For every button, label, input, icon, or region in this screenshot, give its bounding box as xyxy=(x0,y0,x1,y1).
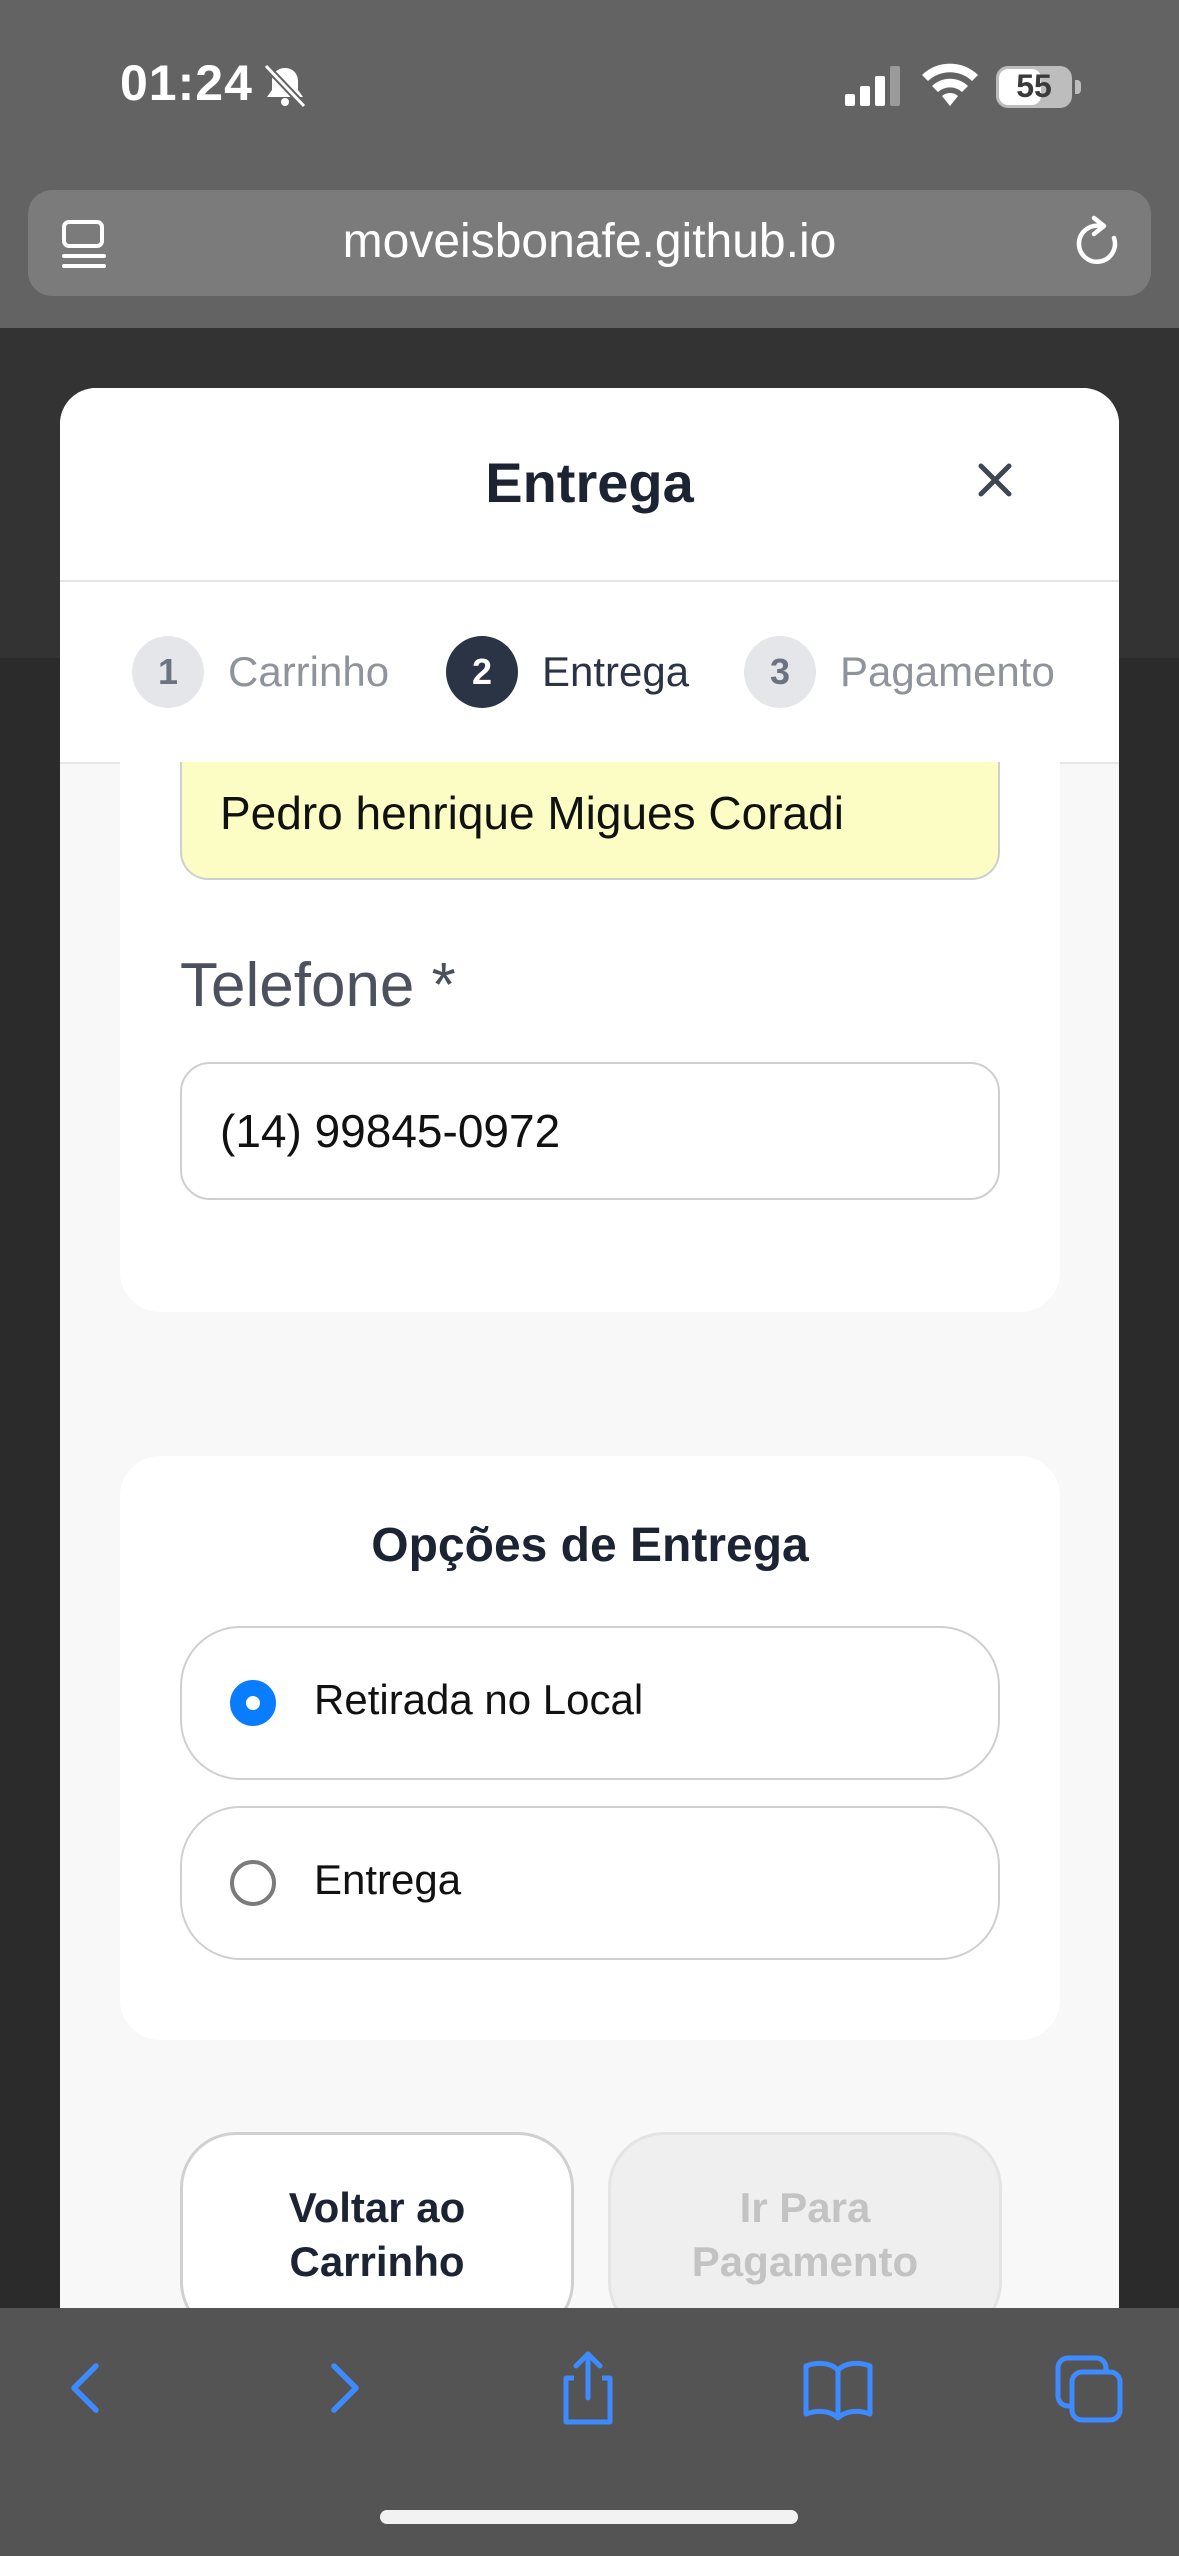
customer-info-card: Pedro henrique Migues Coradi Telefone * … xyxy=(120,762,1060,1312)
option-label: Entrega xyxy=(314,1856,462,1903)
url-text[interactable]: moveisbonafe.github.io xyxy=(0,214,1179,269)
phone-input[interactable]: (14) 99845-0972 xyxy=(180,1062,1000,1200)
battery-indicator: 55 xyxy=(996,66,1082,108)
go-to-payment-button[interactable]: Ir Para Pagamento xyxy=(608,2132,1002,2308)
reload-icon[interactable] xyxy=(1070,214,1126,272)
back-button-line2: Carrinho xyxy=(289,2238,465,2285)
battery-level: 55 xyxy=(1016,68,1052,104)
close-icon[interactable] xyxy=(965,450,1025,510)
bookmarks-icon[interactable] xyxy=(800,2348,876,2428)
checkout-steps: 1 Carrinho 2 Entrega 3 Pagamento xyxy=(60,582,1119,764)
wifi-icon xyxy=(922,63,978,106)
share-icon[interactable] xyxy=(550,2348,626,2428)
status-time: 01:24 xyxy=(120,55,253,111)
delivery-modal: Entrega 1 Carrinho 2 Entrega 3 Pagamento… xyxy=(60,388,1119,2308)
name-value: Pedro henrique Migues Coradi xyxy=(220,787,844,839)
option-label: Retirada no Local xyxy=(314,1676,644,1723)
step-label: Pagamento xyxy=(840,648,1055,695)
back-to-cart-button[interactable]: Voltar ao Carrinho xyxy=(180,2132,574,2308)
option-delivery[interactable]: Entrega xyxy=(180,1806,1000,1960)
silent-mode-icon xyxy=(263,63,307,109)
modal-title: Entrega xyxy=(485,451,694,514)
cellular-signal-icon xyxy=(845,66,900,106)
home-indicator xyxy=(380,2510,798,2524)
step-label: Entrega xyxy=(542,648,690,695)
name-input[interactable]: Pedro henrique Migues Coradi xyxy=(180,762,1000,880)
step-number: 1 xyxy=(132,636,204,708)
radio-unselected[interactable] xyxy=(230,1860,276,1906)
delivery-options-card: Opções de Entrega Retirada no Local Entr… xyxy=(120,1456,1060,2040)
delivery-options-title: Opções de Entrega xyxy=(371,1519,809,1572)
option-pickup[interactable]: Retirada no Local xyxy=(180,1626,1000,1780)
step-number: 2 xyxy=(446,636,518,708)
step-label: Carrinho xyxy=(228,648,390,695)
pay-button-line2: Pagamento xyxy=(691,2238,919,2285)
step-number: 3 xyxy=(744,636,816,708)
radio-selected[interactable] xyxy=(230,1680,276,1726)
tabs-icon[interactable] xyxy=(1052,2348,1128,2428)
phone-label: Telefone * xyxy=(180,951,456,1020)
back-button-line1: Voltar ao xyxy=(288,2184,466,2231)
back-icon[interactable] xyxy=(50,2348,126,2428)
phone-value: (14) 99845-0972 xyxy=(220,1105,561,1157)
pay-button-line1: Ir Para xyxy=(739,2184,871,2231)
forward-icon[interactable] xyxy=(304,2348,380,2428)
